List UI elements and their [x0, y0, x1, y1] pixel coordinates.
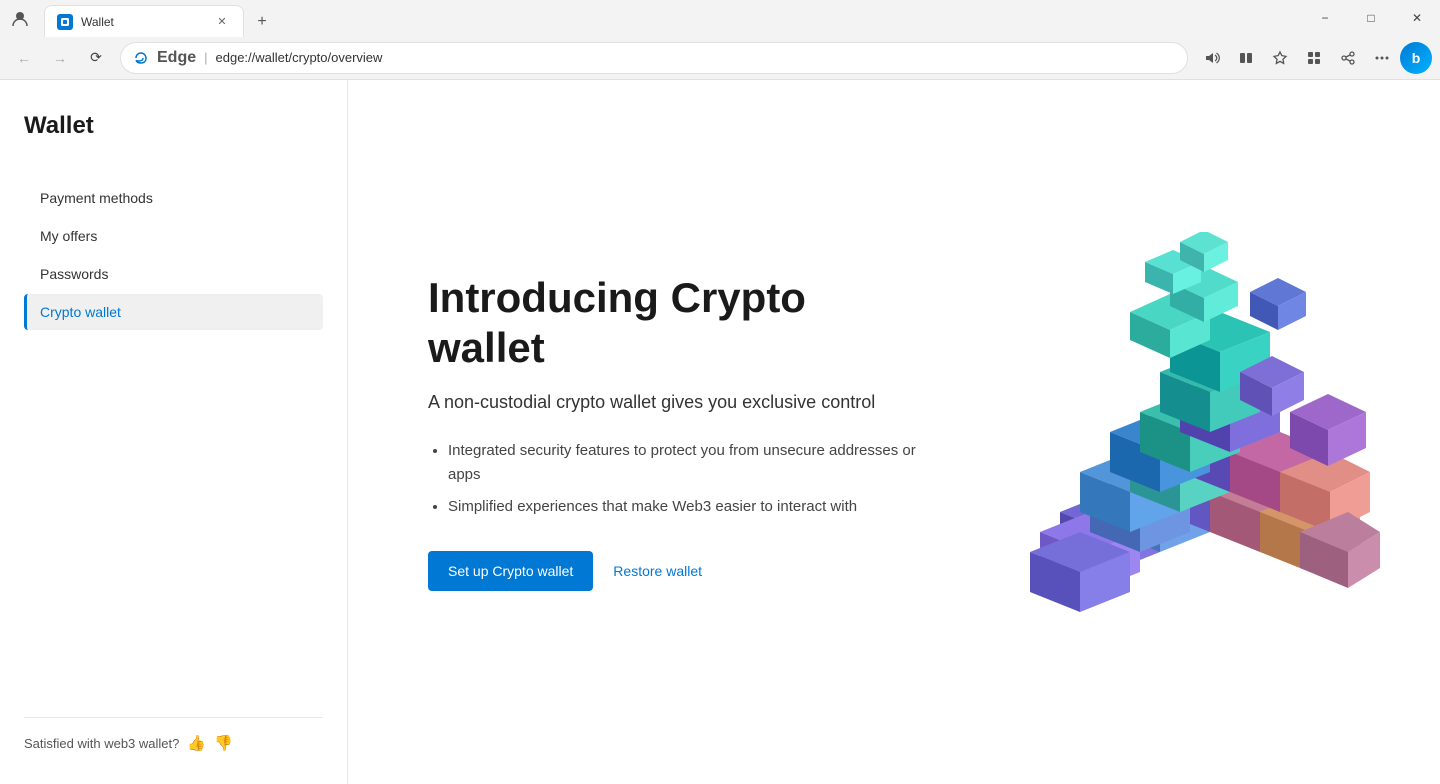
address-bar[interactable]: Edge | edge://wallet/crypto/overview [120, 42, 1188, 74]
setup-crypto-wallet-button[interactable]: Set up Crypto wallet [428, 551, 593, 591]
sidebar-title: Wallet [24, 112, 323, 140]
content-text-block: Introducing Crypto wallet A non-custodia… [428, 273, 928, 591]
feature-item-2: Simplified experiences that make Web3 ea… [448, 495, 928, 519]
feedback-row: Satisfied with web3 wallet? 👍 👎 [24, 734, 323, 752]
action-row: Set up Crypto wallet Restore wallet [428, 551, 928, 591]
forward-button[interactable]: → [44, 42, 76, 74]
thumbs-down-icon[interactable]: 👎 [214, 734, 233, 752]
minimize-button[interactable]: − [1302, 0, 1348, 36]
close-tab-button[interactable]: ✕ [213, 13, 231, 31]
content-area: Wallet Payment methods My offers Passwor… [0, 80, 1440, 784]
back-button[interactable]: ← [8, 42, 40, 74]
sidebar-item-payment-methods[interactable]: Payment methods [24, 180, 323, 216]
page-title: Introducing Crypto wallet [428, 273, 928, 374]
sidebar-item-crypto-wallet[interactable]: Crypto wallet [24, 294, 323, 330]
crypto-illustration [980, 232, 1400, 632]
feedback-text: Satisfied with web3 wallet? [24, 736, 179, 751]
share-button[interactable] [1332, 42, 1364, 74]
immersive-reader-button[interactable] [1230, 42, 1262, 74]
close-button[interactable]: ✕ [1394, 0, 1440, 36]
window-controls: − □ ✕ [1302, 0, 1440, 36]
thumbs-up-icon[interactable]: 👍 [187, 734, 206, 752]
restore-wallet-link[interactable]: Restore wallet [613, 563, 702, 579]
sidebar-item-passwords[interactable]: Passwords [24, 256, 323, 292]
address-separator: | [204, 50, 207, 65]
wallet-sidebar: Wallet Payment methods My offers Passwor… [0, 80, 348, 784]
read-aloud-button[interactable] [1196, 42, 1228, 74]
edge-logo-icon [133, 50, 149, 66]
tab-title-text: Wallet [81, 15, 205, 29]
toolbar-actions: b [1196, 42, 1432, 74]
page-subtitle: A non-custodial crypto wallet gives you … [428, 390, 928, 415]
tab-favicon [57, 14, 73, 30]
new-tab-button[interactable]: + [248, 8, 276, 36]
main-content: Introducing Crypto wallet A non-custodia… [348, 80, 1440, 784]
favorites-button[interactable] [1264, 42, 1296, 74]
refresh-button[interactable]: ⟳ [80, 42, 112, 74]
sidebar-nav: Payment methods My offers Passwords Cryp… [24, 180, 323, 717]
sidebar-footer: Satisfied with web3 wallet? 👍 👎 [24, 717, 323, 752]
wallet-tab[interactable]: Wallet ✕ [44, 5, 244, 37]
more-button[interactable] [1366, 42, 1398, 74]
collections-button[interactable] [1298, 42, 1330, 74]
feature-list: Integrated security features to protect … [448, 439, 928, 519]
sidebar-item-my-offers[interactable]: My offers [24, 218, 323, 254]
profile-icon[interactable] [0, 0, 40, 36]
address-url: edge://wallet/crypto/overview [216, 50, 1175, 65]
bing-button[interactable]: b [1400, 42, 1432, 74]
maximize-button[interactable]: □ [1348, 0, 1394, 36]
toolbar: ← → ⟳ Edge | edge://wallet/crypto/overvi… [0, 36, 1440, 80]
feature-item-1: Integrated security features to protect … [448, 439, 928, 487]
address-brand: Edge [157, 49, 196, 67]
